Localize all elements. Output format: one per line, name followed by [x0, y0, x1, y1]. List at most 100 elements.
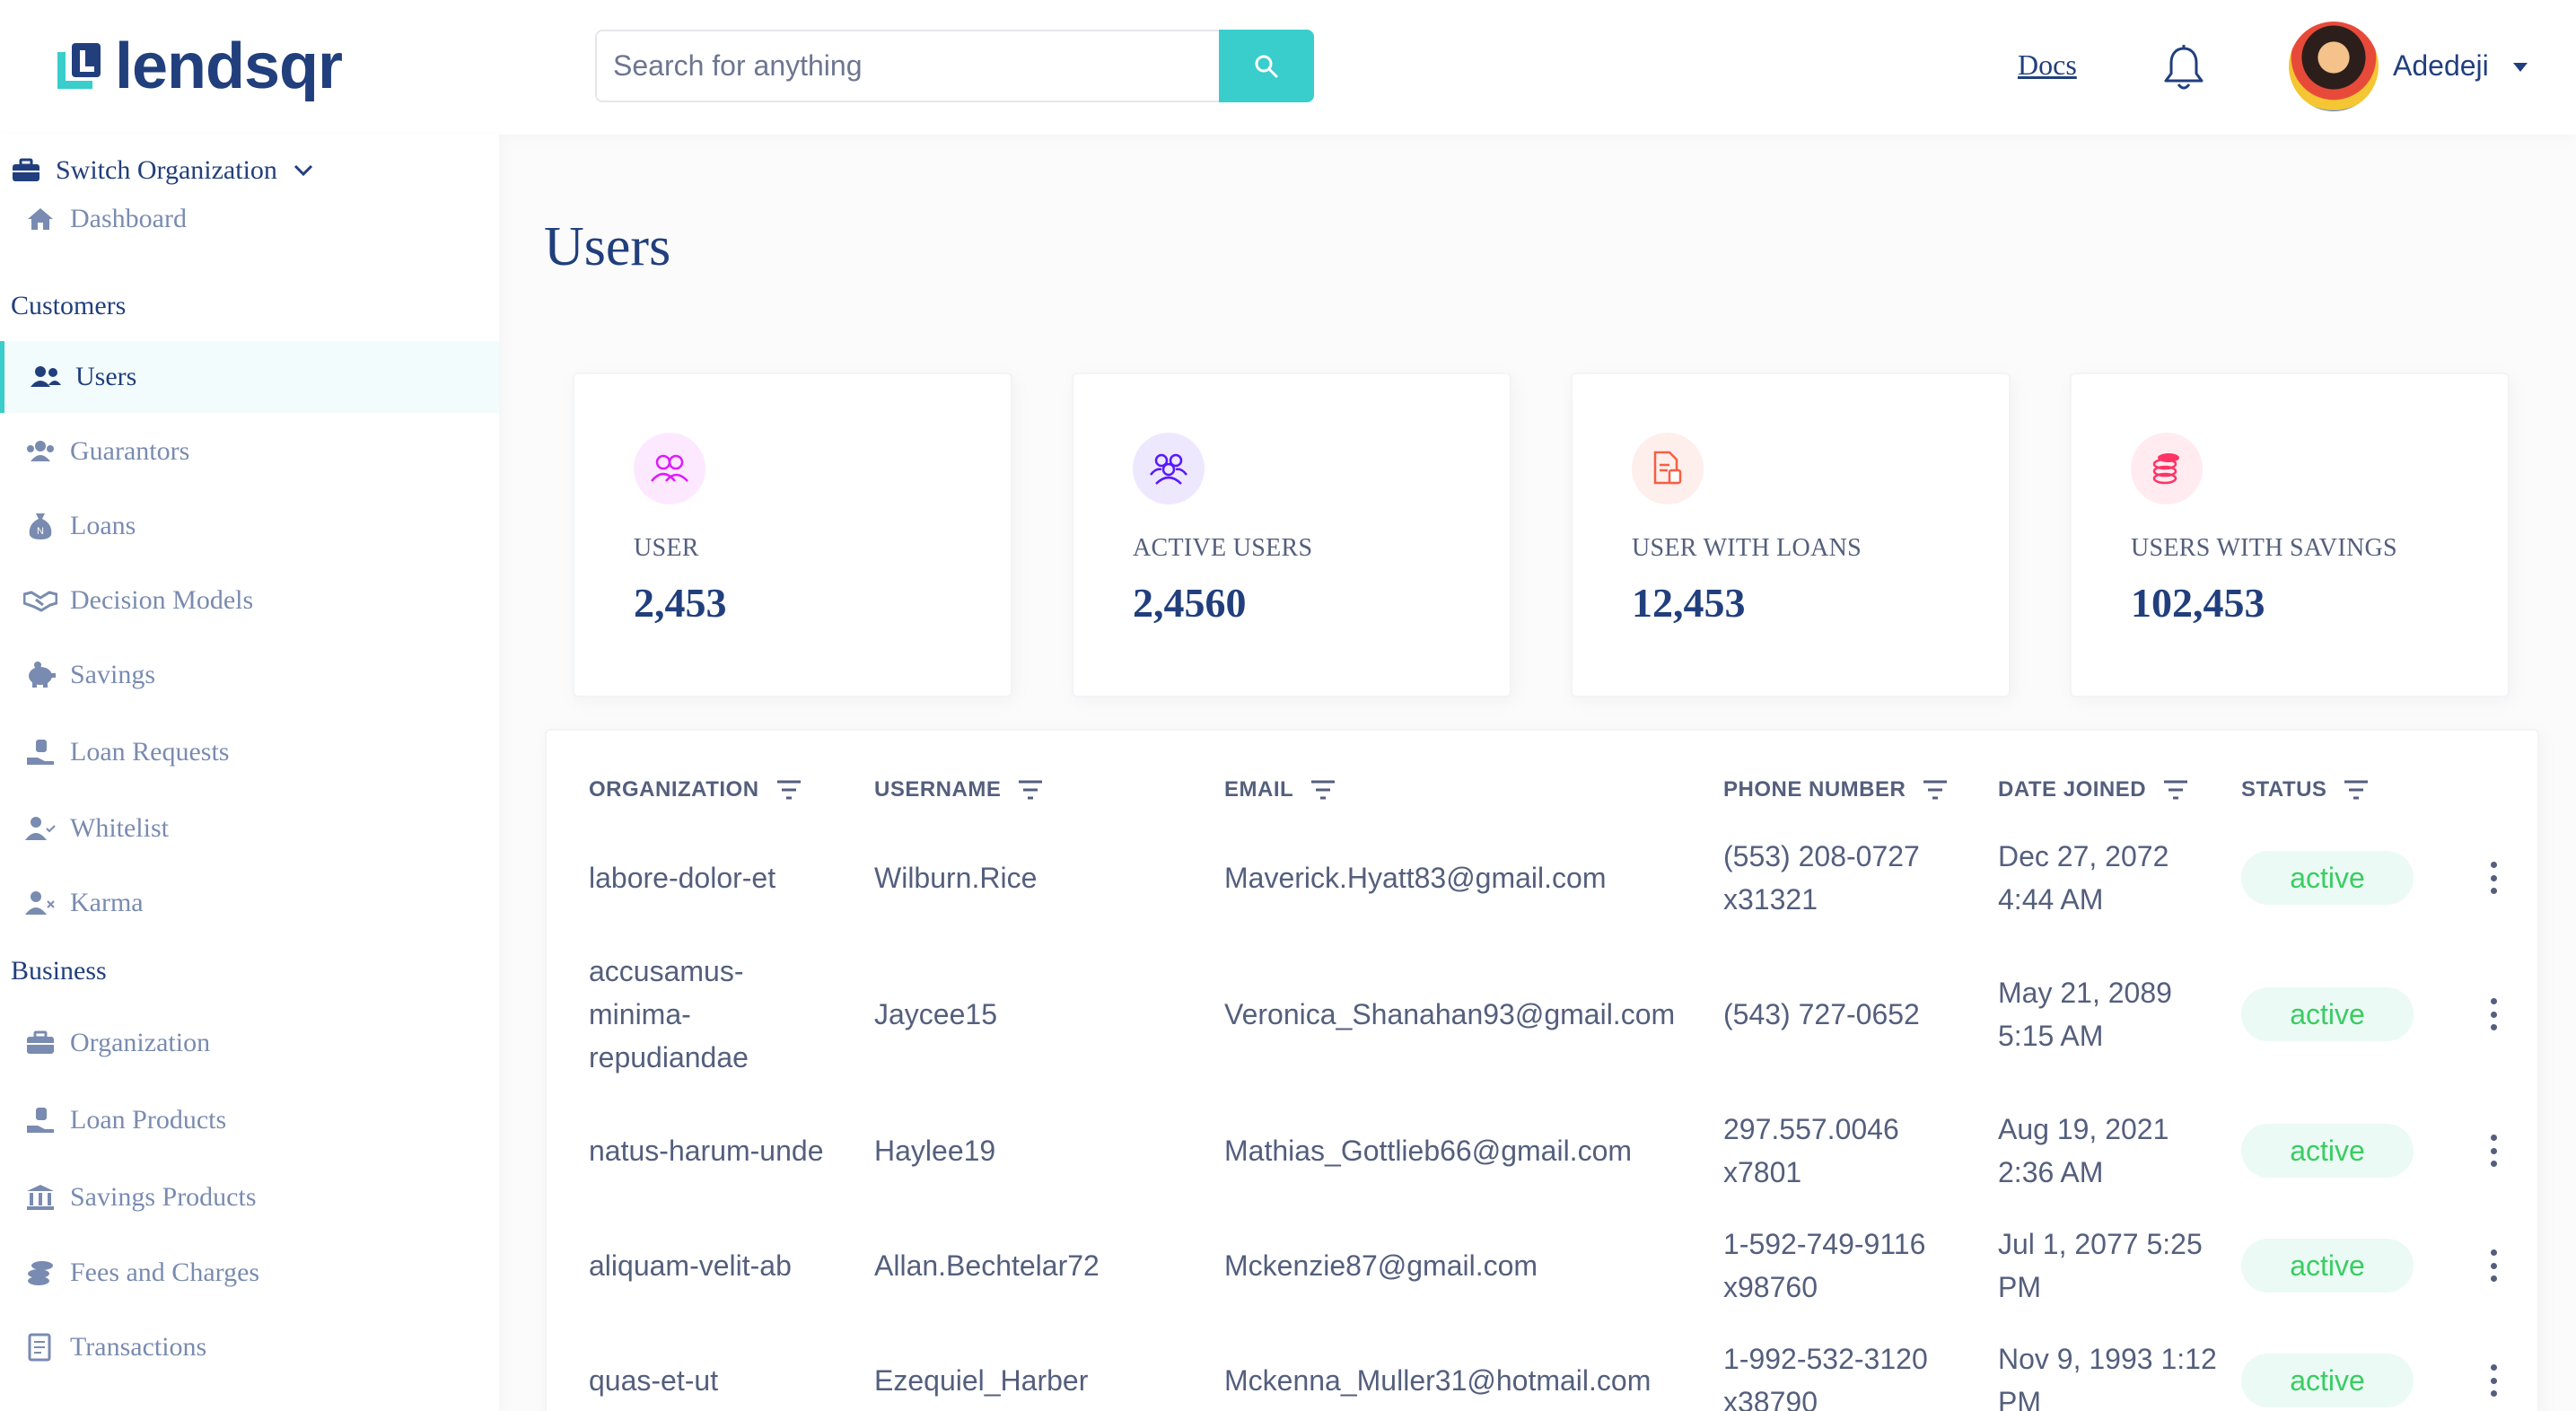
cell-email: Mckenzie87@gmail.com [1224, 1249, 1538, 1282]
filter-icon[interactable] [1922, 779, 1949, 801]
filter-icon[interactable] [775, 779, 802, 801]
cell-phone: 1-992-532-3120 [1723, 1343, 1928, 1375]
sidebar-item-label: Dashboard [70, 204, 187, 233]
more-options-icon[interactable] [2484, 862, 2502, 894]
cell-email: Maverick.Hyatt83@gmail.com [1224, 862, 1607, 894]
sidebar-item-transactions[interactable]: Transactions [0, 1311, 499, 1383]
chevron-down-icon [294, 164, 312, 177]
sidebar-item-label: Loan Requests [70, 737, 230, 767]
sidebar: Switch Organization Dashboard Customers … [0, 135, 499, 1411]
cell-date-joined: Jul 1, 2077 5:25 [1998, 1228, 2203, 1260]
sidebar-item-fees-and-charges[interactable]: Fees and Charges [0, 1237, 499, 1309]
cell-organization: labore-dolor-et [589, 862, 776, 894]
sidebar-item-loans[interactable]: N Loans [0, 490, 499, 562]
sidebar-item-decision-models[interactable]: Decision Models [0, 565, 499, 636]
sidebar-item-label: Loans [70, 511, 136, 540]
cell-organization: minima- [589, 998, 691, 1030]
column-header-status[interactable]: STATUS [2241, 777, 2370, 802]
sidebar-item-users[interactable]: Users [0, 341, 499, 413]
logo-text: lendsqr [115, 31, 343, 102]
filter-icon[interactable] [1017, 779, 1044, 801]
handshake-icon [23, 586, 57, 615]
notification-bell-icon[interactable] [2161, 43, 2206, 93]
top-header: lendsqr Docs Adedeji [0, 0, 2576, 135]
stat-label: USER WITH LOANS [1632, 534, 1862, 562]
cell-phone: x31321 [1723, 883, 1818, 916]
sidebar-item-label: Guarantors [70, 436, 190, 466]
search-input[interactable] [595, 30, 1219, 102]
more-options-icon[interactable] [2484, 1364, 2502, 1397]
piggy-bank-icon [23, 661, 57, 689]
stat-value: 2,4560 [1133, 580, 1247, 626]
search-button[interactable] [1219, 30, 1314, 102]
more-options-icon[interactable] [2484, 1249, 2502, 1282]
cell-organization: repudiandae [589, 1041, 749, 1074]
caret-down-icon[interactable] [2513, 63, 2528, 72]
filter-icon[interactable] [1310, 779, 1336, 801]
svg-text:N: N [37, 526, 44, 537]
sidebar-item-savings-products[interactable]: Savings Products [0, 1161, 499, 1233]
cell-organization: quas-et-ut [589, 1364, 719, 1397]
more-options-icon[interactable] [2484, 1135, 2502, 1167]
docs-link[interactable]: Docs [2018, 48, 2077, 82]
user-check-icon [23, 814, 57, 843]
briefcase-icon [9, 156, 43, 185]
user-avatar[interactable] [2289, 22, 2379, 111]
cell-phone: x98760 [1723, 1271, 1818, 1303]
cell-date-joined: 5:15 AM [1998, 1020, 2104, 1052]
page-title: Users [544, 216, 671, 277]
sidebar-item-loan-requests[interactable]: Loan Requests [0, 716, 499, 788]
sidebar-item-organization[interactable]: Organization [0, 1007, 499, 1079]
active-users-icon [1133, 433, 1205, 504]
sidebar-section-customers: Customers [11, 291, 127, 320]
coins-icon [23, 1258, 57, 1287]
cell-username: Wilburn.Rice [874, 862, 1038, 894]
column-header-label: ORGANIZATION [589, 777, 759, 802]
cell-email: Mathias_Gottlieb66@gmail.com [1224, 1135, 1633, 1167]
sidebar-item-label: Transactions [70, 1332, 207, 1362]
cell-date-joined: PM [1998, 1386, 2041, 1411]
cell-phone: x7801 [1723, 1156, 1802, 1188]
cell-date-joined: May 21, 2089 [1998, 977, 2172, 1009]
home-icon [23, 205, 57, 233]
sidebar-item-label: Loan Products [70, 1105, 227, 1135]
sidebar-item-savings[interactable]: Savings [0, 639, 499, 711]
more-options-icon[interactable] [2484, 998, 2502, 1030]
loan-request-icon [23, 1106, 57, 1135]
cell-username: Haylee19 [874, 1135, 996, 1167]
status-badge: active [2241, 851, 2414, 905]
sidebar-item-dashboard[interactable]: Dashboard [0, 183, 499, 255]
sidebar-item-label: Savings Products [70, 1182, 257, 1212]
cell-phone: 1-592-749-9116 [1723, 1228, 1926, 1260]
stat-card-users-with-loans: USER WITH LOANS 12,453 [1571, 372, 2011, 697]
cell-email: Veronica_Shanahan93@gmail.com [1224, 998, 1676, 1030]
cell-phone: 297.557.0046 [1723, 1113, 1899, 1145]
cell-username: Allan.Bechtelar72 [874, 1249, 1100, 1282]
stat-label: USERS WITH SAVINGS [2131, 534, 2397, 562]
sidebar-item-guarantors[interactable]: Guarantors [0, 416, 499, 487]
column-header-label: USERNAME [874, 777, 1002, 802]
user-x-icon [23, 889, 57, 917]
stat-card-users-with-savings: USERS WITH SAVINGS 102,453 [2070, 372, 2510, 697]
column-header-email[interactable]: EMAIL [1224, 777, 1336, 802]
filter-icon[interactable] [2162, 779, 2189, 801]
stat-value: 102,453 [2131, 580, 2265, 626]
cell-date-joined: Dec 27, 2072 [1998, 840, 2169, 872]
column-header-phone-number[interactable]: PHONE NUMBER [1723, 777, 1949, 802]
sidebar-item-whitelist[interactable]: Whitelist [0, 793, 499, 864]
stat-card-users: USER 2,453 [573, 372, 1012, 697]
column-header-date-joined[interactable]: DATE JOINED [1998, 777, 2189, 802]
sidebar-item-karma[interactable]: Karma [0, 867, 499, 939]
cell-username: Ezequiel_Harber [874, 1364, 1089, 1397]
column-header-username[interactable]: USERNAME [874, 777, 1044, 802]
user-name[interactable]: Adedeji [2393, 49, 2489, 83]
cell-organization: natus-harum-unde [589, 1135, 824, 1167]
lendsqr-logo[interactable]: lendsqr [56, 31, 343, 102]
cell-date-joined: PM [1998, 1271, 2041, 1303]
cell-username: Jaycee15 [874, 998, 997, 1030]
column-header-label: EMAIL [1224, 777, 1294, 802]
column-header-organization[interactable]: ORGANIZATION [589, 777, 802, 802]
sidebar-item-loan-products[interactable]: Loan Products [0, 1084, 499, 1156]
sidebar-section-business: Business [11, 956, 107, 986]
filter-icon[interactable] [2343, 779, 2370, 801]
